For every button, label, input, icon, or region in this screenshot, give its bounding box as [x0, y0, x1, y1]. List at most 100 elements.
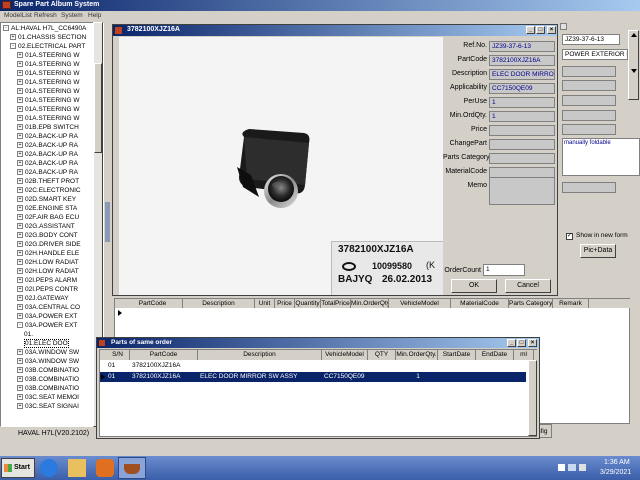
tree-item[interactable]: +01A.STEERING W: [17, 69, 80, 78]
collapse-icon[interactable]: -: [3, 25, 9, 32]
expand-icon[interactable]: +: [17, 250, 23, 257]
main-column-header[interactable]: Parts Category: [509, 299, 553, 308]
parts-column-header[interactable]: QTY: [368, 350, 396, 360]
tree-item[interactable]: +03A.CENTRAL CO: [17, 303, 80, 312]
dialog-title-bar[interactable]: 3782100XJZ16A _ □ ×: [113, 25, 557, 36]
expand-icon[interactable]: +: [17, 286, 23, 293]
tree-item[interactable]: +02A.BACK-UP RA: [17, 150, 78, 159]
parts-column-header[interactable]: Min.OrderQty.: [396, 350, 438, 360]
expand-icon[interactable]: +: [17, 106, 23, 113]
main-column-header[interactable]: Remark: [553, 299, 589, 308]
tree-item[interactable]: +03A.POWER EXT: [17, 312, 77, 321]
maximize-button[interactable]: □: [536, 26, 545, 34]
expand-icon[interactable]: +: [17, 259, 23, 266]
expand-icon[interactable]: +: [17, 97, 23, 104]
expand-icon[interactable]: +: [17, 277, 23, 284]
main-column-header[interactable]: Unit: [255, 299, 275, 308]
ok-button[interactable]: OK: [451, 279, 497, 293]
main-column-header[interactable]: Price: [275, 299, 295, 308]
main-column-header[interactable]: MaterialCode: [451, 299, 509, 308]
expand-icon[interactable]: +: [17, 142, 23, 149]
tree-item[interactable]: +02I.PEPS CONTR: [17, 285, 78, 294]
tree-item[interactable]: +02H.LOW RADIAT: [17, 267, 79, 276]
parts-column-header[interactable]: S/N: [106, 350, 130, 360]
main-column-header[interactable]: VehicleModel: [389, 299, 451, 308]
tree-item[interactable]: +02E.ENGINE STA: [17, 204, 77, 213]
parts-minimize-button[interactable]: _: [507, 339, 516, 347]
tree-item[interactable]: +03C.SEAT MEMOI: [17, 393, 79, 402]
tree-item[interactable]: +02D.SMART KEY: [17, 195, 76, 204]
ie-icon[interactable]: [40, 459, 58, 477]
parts-table-row[interactable]: 01 3782100XJZ16A ELEC DOOR MIRROR SW ASSY C…: [100, 372, 526, 382]
tree-item[interactable]: +03C.SEAT SIGNAI: [17, 402, 79, 411]
expand-icon[interactable]: +: [17, 169, 23, 176]
expand-icon[interactable]: +: [17, 178, 23, 185]
tree-scroll-thumb[interactable]: [94, 63, 102, 153]
expand-icon[interactable]: +: [17, 394, 23, 401]
expand-icon[interactable]: +: [17, 223, 23, 230]
tree-item[interactable]: +01A.STEERING W: [17, 78, 80, 87]
menu-system[interactable]: System: [61, 12, 83, 19]
tree-item[interactable]: +01A.STEERING W: [17, 60, 80, 69]
close-button[interactable]: ×: [547, 26, 556, 34]
main-column-header[interactable]: Min.OrderQty.: [351, 299, 389, 308]
expand-icon[interactable]: +: [17, 367, 23, 374]
start-button[interactable]: Start: [1, 458, 35, 478]
tree-item[interactable]: +02G.ASSISTANT: [17, 222, 75, 231]
expand-icon[interactable]: +: [17, 151, 23, 158]
menu-help[interactable]: Help: [88, 12, 101, 19]
tree-item[interactable]: +01.CHASSIS SECTION: [10, 33, 86, 42]
tree-item[interactable]: +03A.WINDOW SW: [17, 348, 79, 357]
parts-close-button[interactable]: ×: [528, 339, 537, 347]
media-player-icon[interactable]: [96, 459, 114, 477]
main-title-bar[interactable]: Spare Part Album System: [0, 0, 640, 11]
expand-icon[interactable]: +: [17, 115, 23, 122]
expand-icon[interactable]: +: [17, 61, 23, 68]
order-count-input[interactable]: 1: [483, 264, 525, 276]
expand-icon[interactable]: +: [17, 268, 23, 275]
expand-icon[interactable]: +: [17, 88, 23, 95]
show-new-form-checkbox[interactable]: ✓: [566, 233, 573, 240]
right-scrollbar[interactable]: [628, 30, 639, 100]
tree-item[interactable]: 01.: [24, 330, 33, 339]
tree-item[interactable]: -02.ELECTRICAL PART: [10, 42, 85, 51]
right-tool-1-icon[interactable]: [560, 23, 567, 30]
expand-icon[interactable]: +: [17, 160, 23, 167]
expand-icon[interactable]: +: [17, 205, 23, 212]
volume-icon[interactable]: [579, 464, 586, 471]
expand-icon[interactable]: +: [17, 187, 23, 194]
expand-icon[interactable]: +: [17, 214, 23, 221]
cancel-button[interactable]: Cancel: [505, 279, 551, 293]
tree-item[interactable]: +03B.COMBINATIO: [17, 384, 79, 393]
parts-table-row[interactable]: 01 3782100XJZ16A: [100, 361, 526, 371]
expand-icon[interactable]: +: [17, 376, 23, 383]
tree-item[interactable]: +02G.BODY CONT: [17, 231, 78, 240]
scroll-down-icon[interactable]: [631, 69, 637, 73]
expand-icon[interactable]: +: [17, 124, 23, 131]
pic-data-button[interactable]: Pic+Data: [580, 244, 616, 258]
parts-column-header[interactable]: EndDate: [476, 350, 514, 360]
tree-item[interactable]: 01.ELEC DOO: [24, 339, 69, 348]
expand-icon[interactable]: +: [10, 34, 16, 41]
expand-icon[interactable]: +: [17, 358, 23, 365]
expand-icon[interactable]: +: [17, 241, 23, 248]
expand-icon[interactable]: +: [17, 403, 23, 410]
flag-icon[interactable]: [558, 464, 565, 471]
tree-item[interactable]: +01B.EPB SWITCH: [17, 123, 79, 132]
tree-item[interactable]: +02A.BACK-UP RA: [17, 132, 78, 141]
network-icon[interactable]: [568, 464, 576, 471]
tree-item[interactable]: +02G.DRIVER SIDE: [17, 240, 81, 249]
tree-item[interactable]: +03B.COMBINATIO: [17, 375, 79, 384]
tree-item[interactable]: +01A.STEERING W: [17, 87, 80, 96]
expand-icon[interactable]: +: [17, 232, 23, 239]
splitter-grip[interactable]: [105, 202, 110, 242]
tree-root[interactable]: - AL:HAVAL H7L_CC6490A: [3, 24, 86, 33]
expand-icon[interactable]: +: [17, 304, 23, 311]
main-column-header[interactable]: PartCode: [123, 299, 183, 308]
expand-icon[interactable]: +: [17, 52, 23, 59]
parts-column-header[interactable]: VehicleModel: [322, 350, 368, 360]
tree-item[interactable]: +03A.WINDOW SW: [17, 357, 79, 366]
main-column-header[interactable]: Description: [183, 299, 255, 308]
tree-item[interactable]: +02C.ELECTRONIC: [17, 186, 81, 195]
parts-maximize-button[interactable]: □: [517, 339, 526, 347]
